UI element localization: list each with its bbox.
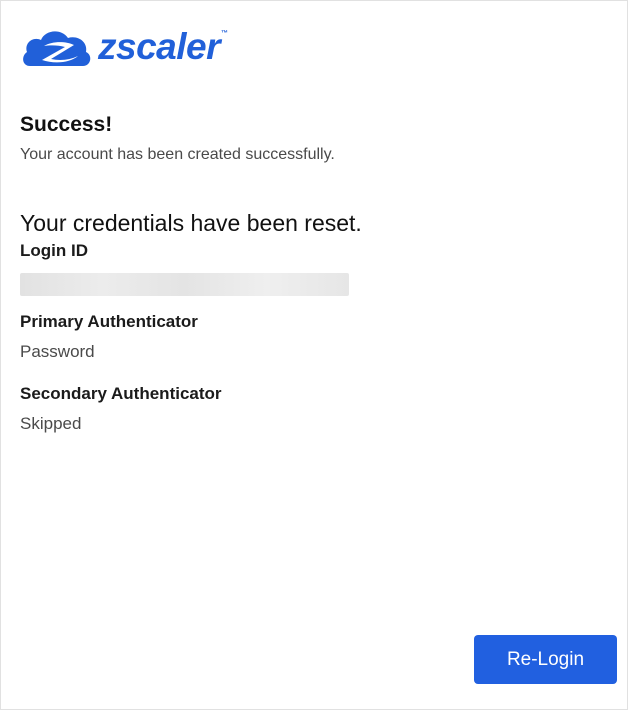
secondary-authenticator-value: Skipped bbox=[20, 414, 82, 433]
login-id-value-redacted bbox=[20, 273, 349, 296]
brand-name: zscaler bbox=[98, 26, 221, 67]
primary-authenticator-label: Primary Authenticator bbox=[20, 312, 198, 331]
zscaler-cloud-icon bbox=[23, 31, 91, 66]
primary-authenticator-value: Password bbox=[20, 342, 95, 361]
success-message: Your account has been created successful… bbox=[20, 146, 335, 163]
secondary-authenticator-label: Secondary Authenticator bbox=[20, 384, 222, 403]
relogin-button[interactable]: Re-Login bbox=[474, 635, 617, 684]
zscaler-logo: zscaler ™ bbox=[20, 26, 228, 72]
trademark-symbol: ™ bbox=[221, 29, 228, 37]
credentials-reset-heading: Your credentials have been reset. bbox=[20, 210, 362, 236]
login-id-label: Login ID bbox=[20, 241, 88, 260]
success-title: Success! bbox=[20, 113, 113, 136]
